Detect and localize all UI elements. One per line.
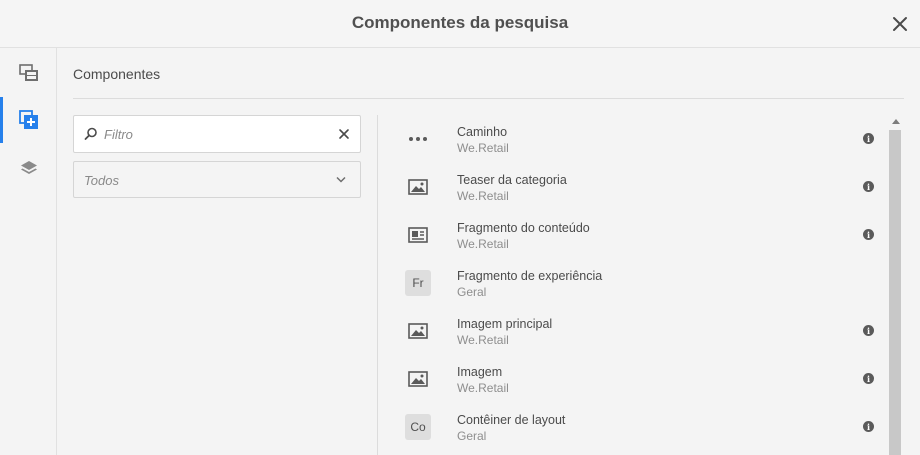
- list-item[interactable]: Imagem We.Retail i: [378, 355, 888, 403]
- info-icon[interactable]: i: [863, 325, 874, 336]
- ellipsis-icon: [405, 126, 431, 152]
- divider: [73, 98, 904, 99]
- image-icon: [405, 366, 431, 392]
- scroll-up-arrow-icon[interactable]: [892, 119, 900, 124]
- component-group: Geral: [457, 429, 487, 443]
- panel-title: Componentes: [73, 66, 161, 82]
- list-item[interactable]: Co Contêiner de layout Geral i: [378, 403, 888, 451]
- component-name: Caminho: [457, 125, 508, 139]
- content-fragment-icon: [405, 222, 431, 248]
- image-icon: [405, 318, 431, 344]
- component-name: Imagem: [457, 365, 503, 379]
- dialog-title: Componentes da pesquisa: [351, 13, 569, 32]
- image-icon: [405, 174, 431, 200]
- info-icon[interactable]: i: [863, 373, 874, 384]
- rail-tab-layers[interactable]: [0, 145, 57, 191]
- list-item[interactable]: Caminho We.Retail i: [378, 115, 888, 163]
- info-icon[interactable]: i: [863, 421, 874, 432]
- component-name: Fragmento de experiência: [457, 269, 603, 283]
- search-icon: [84, 127, 97, 140]
- info-icon[interactable]: i: [863, 133, 874, 144]
- clear-icon[interactable]: [338, 128, 350, 140]
- component-name: Fragmento do conteúdo: [457, 221, 590, 235]
- list-item[interactable]: Fr Fragmento de experiência Geral: [378, 259, 888, 307]
- list-item[interactable]: Imagem principal We.Retail i: [378, 307, 888, 355]
- scrollbar-thumb[interactable]: [889, 130, 901, 455]
- filter-field[interactable]: [73, 115, 361, 153]
- component-name: Teaser da categoria: [457, 173, 567, 187]
- rail-tab-assets[interactable]: [0, 50, 57, 96]
- component-name: Contêiner de layout: [457, 413, 566, 427]
- add-component-icon: [18, 110, 38, 129]
- rail-tab-components[interactable]: [0, 97, 57, 143]
- close-icon: [893, 17, 907, 31]
- layers-icon: [20, 161, 37, 174]
- side-rail: [0, 48, 57, 455]
- scrollbar[interactable]: [889, 115, 903, 455]
- chevron-down-icon: [336, 176, 346, 183]
- group-select[interactable]: Todos: [73, 161, 361, 198]
- close-button[interactable]: [890, 14, 910, 34]
- component-list: Caminho We.Retail i Teaser da categoria …: [378, 115, 888, 455]
- component-group: We.Retail: [457, 237, 509, 251]
- assets-icon: [18, 64, 38, 81]
- filter-input[interactable]: [104, 124, 324, 144]
- component-abbreviation: Co: [405, 414, 431, 440]
- component-name: Imagem principal: [457, 317, 553, 331]
- info-icon[interactable]: i: [863, 229, 874, 240]
- list-item[interactable]: Fragmento do conteúdo We.Retail i: [378, 211, 888, 259]
- component-abbreviation: Fr: [405, 270, 431, 296]
- component-group: Geral: [457, 285, 487, 299]
- list-item[interactable]: Teaser da categoria We.Retail i: [378, 163, 888, 211]
- component-group: We.Retail: [457, 381, 509, 395]
- component-group: We.Retail: [457, 141, 509, 155]
- component-group: We.Retail: [457, 189, 509, 203]
- info-icon[interactable]: i: [863, 181, 874, 192]
- group-select-value: Todos: [84, 173, 119, 188]
- dialog-header: Componentes da pesquisa: [0, 0, 920, 48]
- component-group: We.Retail: [457, 333, 509, 347]
